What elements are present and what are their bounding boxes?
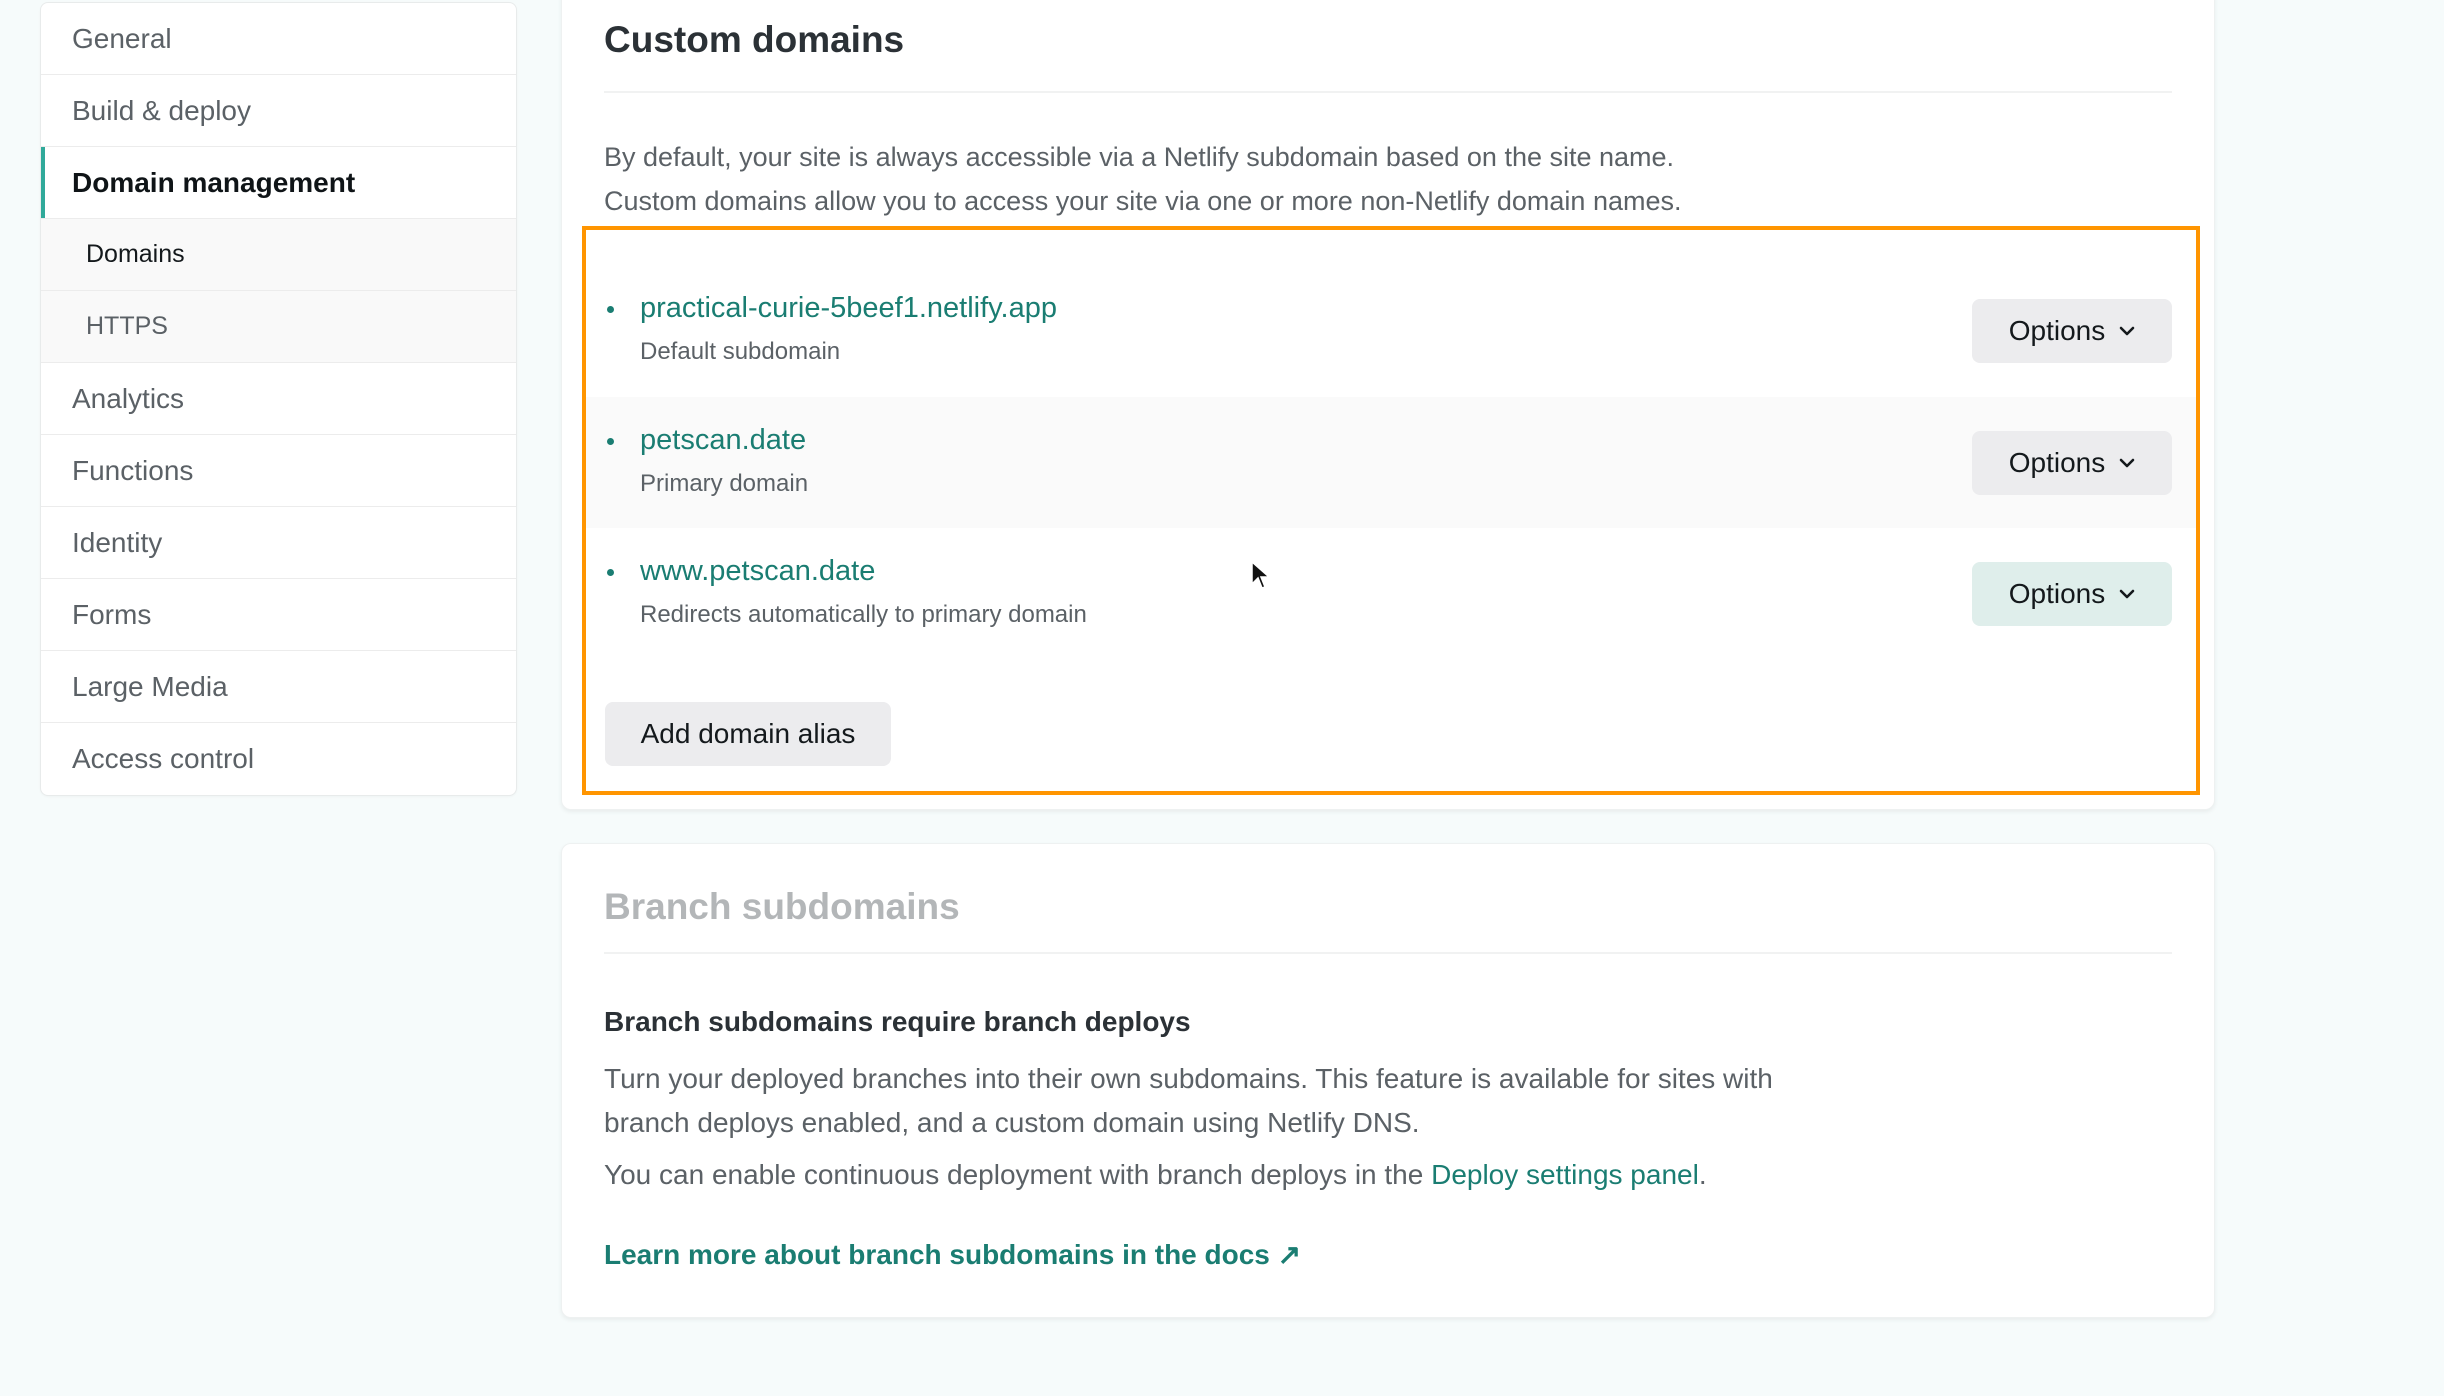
deploy-settings-link[interactable]: Deploy settings panel [1431,1159,1699,1190]
domain-subtitle: Primary domain [640,470,809,497]
sidebar-item-label: Analytics [72,382,185,414]
domain-list-item: www.petscan.date Redirects automatically… [586,528,2196,659]
sidebar-subitem-https[interactable]: HTTPS [41,291,516,363]
custom-domains-title: Custom domains [604,19,905,60]
domain-link[interactable]: practical-curie-5beef1.netlify.app [640,292,1057,325]
sidebar-item-label: Forms [72,598,152,630]
sidebar-item-label: HTTPS [86,312,168,340]
options-label: Options [2008,447,2106,478]
bullet-icon [607,438,614,445]
docs-link-label: Learn more about branch subdomains in th… [604,1239,1270,1270]
settings-sidebar: General Build & deploy Domain management… [40,2,517,796]
title-divider [604,91,2172,93]
description-line-2: Custom domains allow you to access your … [604,186,1682,216]
sidebar-item-label: Large Media [72,670,228,702]
options-label: Options [2008,315,2106,346]
custom-domains-description: By default, your site is always accessib… [604,135,1681,223]
sidebar-item-analytics[interactable]: Analytics [41,363,516,435]
sidebar-item-label: Access control [72,743,255,774]
sidebar-item-label: General [72,22,172,54]
paragraph-period: . [1698,1159,1707,1190]
sidebar-item-label: Domain management [72,166,356,198]
sidebar-item-label: Functions [72,454,194,486]
sidebar-item-label: Build & deploy [72,94,252,126]
title-divider [604,952,2172,954]
sidebar-item-domain-management[interactable]: Domain management [41,147,516,219]
bullet-icon [607,306,614,313]
domain-subtitle: Redirects automatically to primary domai… [640,601,1087,628]
domain-link[interactable]: petscan.date [640,424,806,457]
options-button[interactable]: Options [1972,299,2172,363]
add-domain-alias-button[interactable]: Add domain alias [605,702,891,766]
sidebar-item-functions[interactable]: Functions [41,435,516,507]
chevron-down-icon [2119,320,2135,341]
mouse-cursor-icon [1250,560,1272,597]
sidebar-item-label: Domains [86,240,185,268]
sidebar-item-label: Identity [72,526,163,558]
external-link-icon: ↗ [1277,1239,1302,1270]
bullet-icon [607,569,614,576]
domain-link[interactable]: www.petscan.date [640,555,875,588]
branch-subdomains-title: Branch subdomains [604,886,960,927]
options-label: Options [2008,578,2106,609]
domain-subtitle: Default subdomain [640,338,841,365]
paragraph-text: You can enable continuous deployment wit… [604,1159,1432,1190]
branch-subdomains-heading: Branch subdomains require branch deploys [604,1006,1191,1037]
sidebar-item-general[interactable]: General [41,3,516,75]
options-button[interactable]: Options [1972,431,2172,495]
domain-list-item: petscan.date Primary domain Options [586,397,2196,528]
chevron-down-icon [2119,583,2135,604]
description-line-1: By default, your site is always accessib… [604,142,1675,172]
deploy-settings-paragraph: You can enable continuous deployment wit… [604,1159,1707,1191]
domain-list-item: practical-curie-5beef1.netlify.app Defau… [586,265,2196,396]
options-button[interactable]: Options [1972,562,2172,626]
sidebar-item-forms[interactable]: Forms [41,579,516,651]
sidebar-item-large-media[interactable]: Large Media [41,651,516,723]
branch-subdomains-docs-link[interactable]: Learn more about branch subdomains in th… [604,1238,1301,1271]
branch-subdomains-card: Branch subdomains Branch subdomains requ… [561,843,2215,1318]
sidebar-item-access-control[interactable]: Access control [41,723,516,795]
chevron-down-icon [2119,452,2135,473]
sidebar-item-build-deploy[interactable]: Build & deploy [41,75,516,147]
sidebar-subitem-domains[interactable]: Domains [41,219,516,291]
sidebar-item-identity[interactable]: Identity [41,507,516,579]
branch-subdomains-paragraph: Turn your deployed branches into their o… [604,1063,1773,1138]
